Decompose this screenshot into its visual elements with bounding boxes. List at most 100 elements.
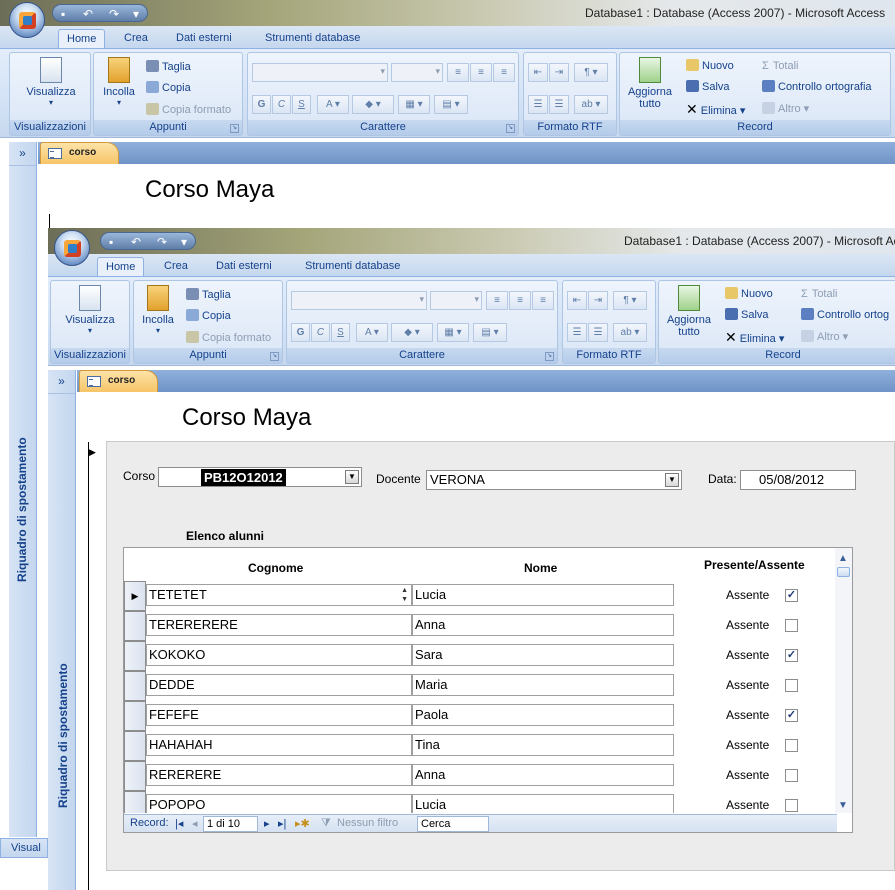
dialog-launcher-icon[interactable]: ↘	[270, 352, 279, 361]
presente-checkbox[interactable]: ✓	[785, 649, 798, 662]
aggiorna-tutto-button[interactable]: Aggiorna tutto	[662, 285, 716, 338]
next-record-icon[interactable]: ▸	[264, 817, 270, 830]
search-input[interactable]: Cerca	[417, 816, 489, 832]
bold-button[interactable]: G	[291, 323, 310, 342]
bold-button[interactable]: G	[252, 95, 271, 114]
cognome-cell[interactable]: POPOPO	[146, 794, 412, 813]
customize-icon[interactable]: ▾	[181, 235, 187, 249]
align-right-button[interactable]: ≡	[493, 63, 515, 82]
totali-button[interactable]: Σ Totali	[801, 286, 838, 302]
nome-cell[interactable]: Lucia	[412, 794, 674, 813]
save-icon[interactable]: ▪	[109, 235, 113, 249]
first-record-icon[interactable]: |◂	[175, 817, 183, 830]
cognome-cell[interactable]: DEDDE	[146, 674, 412, 696]
corso-combo[interactable]: PB12O12012 ▼	[158, 467, 362, 487]
align-right-button[interactable]: ≡	[532, 291, 554, 310]
tab-dati-esterni[interactable]: Dati esterni	[168, 29, 240, 48]
paragraph-direction-button[interactable]: ¶ ▾	[613, 291, 647, 310]
presente-checkbox[interactable]: ✓	[785, 709, 798, 722]
dialog-launcher-icon[interactable]: ↘	[230, 124, 239, 133]
font-size-combo[interactable]	[430, 291, 482, 310]
italic-button[interactable]: C	[311, 323, 330, 342]
nav-pane-toggle[interactable]: »	[9, 146, 36, 166]
cognome-cell[interactable]: TETETET ▲ ▼	[146, 584, 412, 606]
row-selector[interactable]	[124, 731, 146, 761]
highlight-button[interactable]: ab ▾	[613, 323, 647, 342]
tab-crea[interactable]: Crea	[156, 257, 196, 276]
dialog-launcher-icon[interactable]: ↘	[506, 124, 515, 133]
underline-button[interactable]: S	[292, 95, 311, 114]
altro-button[interactable]: Altro ▾	[801, 329, 848, 345]
bullets-button[interactable]: ☰	[588, 323, 608, 342]
redo-icon[interactable]: ↷	[157, 235, 167, 249]
data-field[interactable]: 05/08/2012	[740, 470, 856, 490]
font-name-combo[interactable]	[291, 291, 427, 310]
nome-cell[interactable]: Anna	[412, 614, 674, 636]
elimina-button[interactable]: ✕ Elimina ▾	[686, 101, 745, 117]
highlight-button[interactable]: ab ▾	[574, 95, 608, 114]
nome-cell[interactable]: Sara	[412, 644, 674, 666]
salva-button[interactable]: Salva	[725, 307, 769, 323]
nome-cell[interactable]: Anna	[412, 764, 674, 786]
elimina-button[interactable]: ✕ Elimina ▾	[725, 329, 784, 345]
totali-button[interactable]: Σ Totali	[762, 58, 799, 74]
font-color-button[interactable]: A ▾	[356, 323, 388, 342]
copia-button[interactable]: Copia	[146, 80, 191, 96]
spinner-icon[interactable]: ▲ ▼	[401, 586, 408, 604]
incolla-button[interactable]: Incolla ▾	[138, 285, 178, 335]
font-size-combo[interactable]	[391, 63, 443, 82]
row-selector[interactable]	[124, 611, 146, 641]
navigation-pane[interactable]: » Riquadro di spostamento	[9, 142, 37, 837]
undo-icon[interactable]: ↶	[83, 7, 93, 21]
save-icon[interactable]: ▪	[61, 7, 65, 21]
record-selector[interactable]	[77, 442, 89, 890]
row-selector[interactable]	[124, 701, 146, 731]
presente-checkbox[interactable]	[785, 619, 798, 632]
chevron-down-icon[interactable]: ▼	[665, 473, 679, 487]
copia-formato-button[interactable]: Copia formato	[146, 102, 231, 118]
fill-color-button[interactable]: ◆ ▾	[352, 95, 394, 114]
nav-pane-toggle[interactable]: »	[48, 374, 75, 394]
presente-checkbox[interactable]: ✓	[785, 589, 798, 602]
font-color-button[interactable]: A ▾	[317, 95, 349, 114]
office-button[interactable]	[9, 2, 45, 38]
increase-indent-button[interactable]: ⇥	[549, 63, 569, 82]
decrease-indent-button[interactable]: ⇤	[567, 291, 587, 310]
nome-cell[interactable]: Maria	[412, 674, 674, 696]
row-selector[interactable]	[124, 761, 146, 791]
nome-cell[interactable]: Lucia	[412, 584, 674, 606]
tab-home[interactable]: Home	[97, 257, 145, 276]
align-center-button[interactable]: ≡	[509, 291, 531, 310]
docente-combo[interactable]: VERONA ▼	[426, 470, 682, 490]
redo-icon[interactable]: ↷	[109, 7, 119, 21]
italic-button[interactable]: C	[272, 95, 291, 114]
filter-icon[interactable]: ⧩	[321, 817, 331, 830]
presente-checkbox[interactable]	[785, 769, 798, 782]
fill-color-button[interactable]: ◆ ▾	[391, 323, 433, 342]
cognome-cell[interactable]: TERERERERE	[146, 614, 412, 636]
underline-button[interactable]: S	[331, 323, 350, 342]
align-left-button[interactable]: ≡	[447, 63, 469, 82]
align-center-button[interactable]: ≡	[470, 63, 492, 82]
decrease-indent-button[interactable]: ⇤	[528, 63, 548, 82]
alternate-fill-button[interactable]: ▤ ▾	[434, 95, 468, 114]
presente-checkbox[interactable]	[785, 739, 798, 752]
subform-scrollbar[interactable]: ▲ ▼	[835, 548, 852, 813]
presente-checkbox[interactable]	[785, 679, 798, 692]
nome-cell[interactable]: Paola	[412, 704, 674, 726]
customize-icon[interactable]: ▾	[133, 7, 139, 21]
row-selector[interactable]	[124, 641, 146, 671]
gridlines-button[interactable]: ▦ ▾	[437, 323, 469, 342]
numbering-button[interactable]: ☰	[528, 95, 548, 114]
tab-strumenti-database[interactable]: Strumenti database	[297, 257, 408, 276]
prev-record-icon[interactable]: ◂	[192, 817, 198, 830]
dialog-launcher-icon[interactable]: ↘	[545, 352, 554, 361]
numbering-button[interactable]: ☰	[567, 323, 587, 342]
controllo-ortografia-button[interactable]: Controllo ortografia	[762, 79, 872, 95]
new-record-icon[interactable]: ▸✱	[295, 817, 310, 830]
alternate-fill-button[interactable]: ▤ ▾	[473, 323, 507, 342]
altro-button[interactable]: Altro ▾	[762, 101, 809, 117]
scroll-thumb[interactable]	[837, 567, 850, 577]
cognome-cell[interactable]: RERERERE	[146, 764, 412, 786]
cognome-cell[interactable]: KOKOKO	[146, 644, 412, 666]
